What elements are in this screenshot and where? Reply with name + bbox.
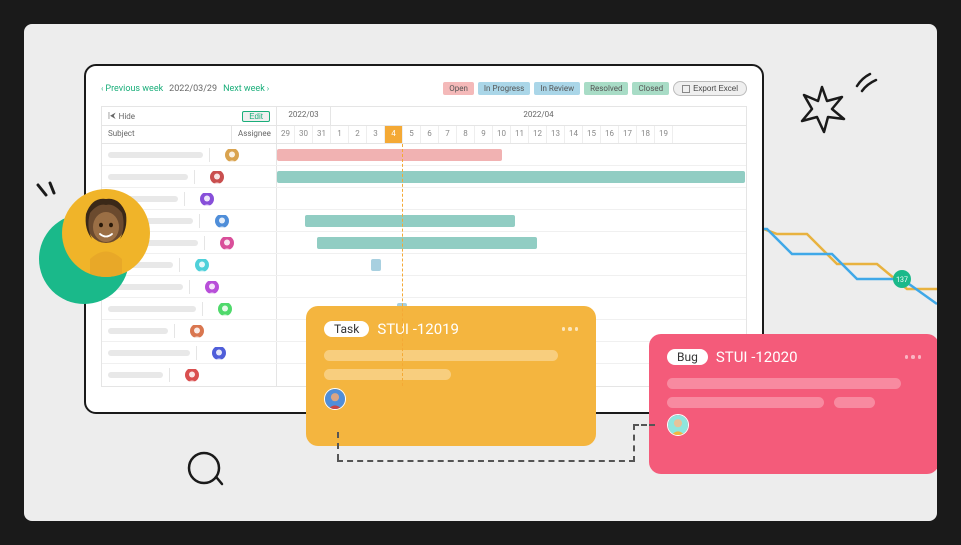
next-week-link[interactable]: Next week ›	[223, 84, 269, 94]
hero-avatar	[62, 189, 150, 277]
subject-placeholder	[108, 372, 163, 378]
placeholder-line	[667, 378, 901, 389]
day-cell[interactable]: 17	[619, 126, 637, 143]
status-in-progress[interactable]: In Progress	[478, 82, 530, 95]
assignee-avatar	[218, 302, 232, 316]
day-cell[interactable]: 15	[583, 126, 601, 143]
day-cell[interactable]: 31	[313, 126, 331, 143]
assignee-avatar	[195, 258, 209, 272]
month-label: 2022/04	[331, 107, 746, 125]
chevron-right-icon: ›	[267, 84, 269, 93]
day-cell[interactable]: 16	[601, 126, 619, 143]
chevron-left-icon: ‹	[101, 84, 103, 93]
day-cell[interactable]: 1	[331, 126, 349, 143]
task-card-title: STUI -12019	[377, 320, 553, 338]
status-open[interactable]: Open	[443, 82, 474, 95]
assignee-avatar	[225, 148, 239, 162]
subject-placeholder	[108, 328, 168, 334]
bug-card-title: STUI -12020	[716, 348, 897, 366]
day-cell[interactable]: 8	[457, 126, 475, 143]
assignee-avatar	[190, 324, 204, 338]
gantt-header: |⮜ Hide Edit Subject Assignee 2022/03 20…	[101, 106, 747, 144]
gantt-row[interactable]	[102, 276, 746, 298]
day-cell[interactable]: 6	[421, 126, 439, 143]
day-cell[interactable]: 3	[367, 126, 385, 143]
export-excel-button[interactable]: Export Excel	[673, 81, 747, 96]
assignee-column-header: Assignee	[231, 126, 276, 143]
decoration-smile-icon	[179, 446, 229, 496]
gantt-row[interactable]	[102, 254, 746, 276]
gantt-row[interactable]	[102, 232, 746, 254]
decoration-line-chart: 137	[737, 209, 937, 309]
prev-week-link[interactable]: ‹ Previous week	[101, 84, 163, 94]
gantt-bar[interactable]	[371, 259, 381, 271]
assignee-avatar	[667, 414, 689, 436]
edit-button[interactable]: Edit	[242, 111, 270, 122]
connector-line	[633, 424, 655, 426]
assignee-avatar	[200, 192, 214, 206]
day-cell[interactable]: 7	[439, 126, 457, 143]
bug-card[interactable]: Bug STUI -12020	[649, 334, 937, 474]
gantt-row[interactable]	[102, 166, 746, 188]
day-cell[interactable]: 11	[511, 126, 529, 143]
bug-tag: Bug	[667, 349, 708, 365]
gantt-bar[interactable]	[317, 237, 537, 249]
collapse-icon: |⮜	[108, 111, 116, 121]
placeholder-line	[324, 350, 558, 361]
day-cell[interactable]: 18	[637, 126, 655, 143]
day-cell[interactable]: 4	[385, 126, 403, 143]
gantt-row[interactable]	[102, 188, 746, 210]
export-icon	[682, 85, 690, 93]
subject-placeholder	[108, 306, 196, 312]
task-tag: Task	[324, 321, 369, 337]
assignee-avatar	[324, 388, 346, 410]
placeholder-pill	[667, 397, 824, 408]
connector-line	[337, 432, 339, 460]
day-cell[interactable]: 12	[529, 126, 547, 143]
day-cell[interactable]: 29	[277, 126, 295, 143]
day-cell[interactable]: 5	[403, 126, 421, 143]
connector-line	[633, 424, 635, 462]
gantt-row[interactable]	[102, 210, 746, 232]
assignee-avatar	[185, 368, 199, 382]
subject-placeholder	[108, 350, 190, 356]
month-label: 2022/03	[277, 107, 331, 125]
status-in-review[interactable]: In Review	[534, 82, 580, 95]
day-cell[interactable]: 13	[547, 126, 565, 143]
placeholder-line	[324, 369, 451, 380]
decoration-sparkle-icon	[852, 66, 882, 96]
day-cell[interactable]: 14	[565, 126, 583, 143]
day-cell[interactable]: 2	[349, 126, 367, 143]
placeholder-pill	[834, 397, 875, 408]
assignee-avatar	[210, 170, 224, 184]
gantt-bar[interactable]	[277, 171, 745, 183]
assignee-avatar	[205, 280, 219, 294]
gantt-row[interactable]	[102, 144, 746, 166]
decoration-star-icon	[792, 79, 852, 139]
gantt-bar[interactable]	[305, 215, 515, 227]
decoration-tick-icon	[32, 179, 62, 209]
subject-placeholder	[108, 152, 203, 158]
more-icon[interactable]	[562, 327, 579, 331]
subject-column-header: Subject	[102, 126, 231, 143]
gantt-bar[interactable]	[277, 149, 502, 161]
current-date: 2022/03/29	[169, 84, 217, 94]
hide-toggle[interactable]: |⮜ Hide	[108, 111, 135, 121]
day-cell[interactable]: 30	[295, 126, 313, 143]
top-bar: ‹ Previous week 2022/03/29 Next week › O…	[101, 81, 747, 96]
day-cell[interactable]: 10	[493, 126, 511, 143]
assignee-avatar	[220, 236, 234, 250]
connector-line	[337, 460, 635, 462]
status-closed[interactable]: Closed	[632, 82, 669, 95]
svg-text:137: 137	[896, 276, 908, 284]
day-cell[interactable]: 9	[475, 126, 493, 143]
status-resolved[interactable]: Resolved	[584, 82, 628, 95]
today-indicator	[402, 144, 403, 386]
assignee-avatar	[215, 214, 229, 228]
more-icon[interactable]	[905, 355, 922, 359]
subject-placeholder	[108, 174, 188, 180]
day-cell[interactable]: 19	[655, 126, 673, 143]
task-card[interactable]: Task STUI -12019	[306, 306, 596, 446]
assignee-avatar	[212, 346, 226, 360]
